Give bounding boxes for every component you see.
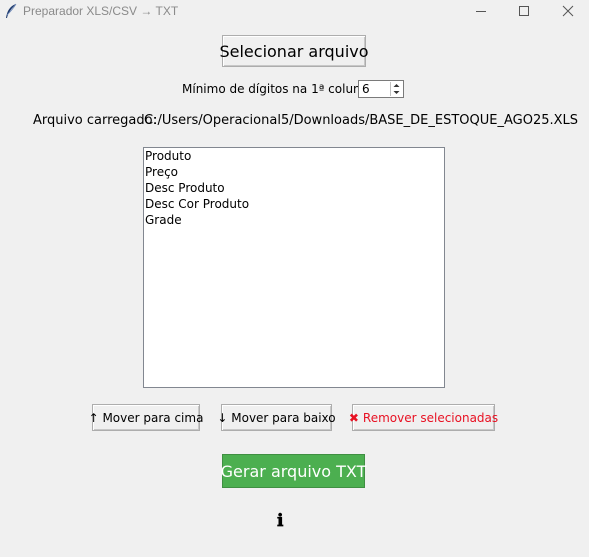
min-digits-value: 6: [362, 82, 370, 96]
feather-icon: [6, 3, 17, 18]
remove-selected-label: Remover selecionadas: [362, 410, 499, 425]
list-item[interactable]: Desc Produto: [144, 180, 444, 196]
select-file-button[interactable]: Selecionar arquivo: [219, 35, 369, 67]
close-button[interactable]: [545, 0, 589, 22]
title-bar: Preparador XLS/CSV → TXT: [0, 0, 589, 22]
generate-txt-button[interactable]: Gerar arquivo TXT: [221, 454, 366, 488]
list-item[interactable]: Preço: [144, 164, 444, 180]
loaded-file-path: C:/Users/Operacional5/Downloads/BASE_DE_…: [144, 113, 579, 128]
move-down-button[interactable]: ↓ Mover para baixo: [217, 404, 336, 431]
minimize-button[interactable]: [458, 0, 504, 22]
remove-x-icon: ✖: [348, 410, 359, 425]
move-up-button[interactable]: ↑ Mover para cima: [89, 404, 203, 431]
spin-down-icon[interactable]: [391, 89, 402, 96]
list-item[interactable]: Grade: [144, 212, 444, 228]
list-item[interactable]: Produto: [144, 148, 444, 164]
columns-listbox[interactable]: Produto Preço Desc Produto Desc Cor Prod…: [143, 147, 445, 388]
close-icon: [562, 5, 574, 17]
loaded-file-label: Arquivo carregado:: [33, 113, 157, 128]
minimize-icon: [475, 10, 486, 12]
info-icon[interactable]: ℹ: [277, 511, 283, 531]
maximize-button[interactable]: [501, 0, 547, 22]
spin-arrows[interactable]: [390, 82, 402, 96]
min-digits-label: Mínimo de dígitos na 1ª coluna:: [182, 82, 373, 96]
min-digits-spinbox[interactable]: 6: [358, 80, 404, 98]
spin-up-icon[interactable]: [391, 82, 402, 89]
remove-selected-button[interactable]: ✖ Remover selecionadas: [348, 404, 499, 431]
list-item[interactable]: Desc Cor Produto: [144, 196, 444, 212]
window-title: Preparador XLS/CSV → TXT: [23, 4, 179, 18]
maximize-icon: [518, 5, 529, 16]
